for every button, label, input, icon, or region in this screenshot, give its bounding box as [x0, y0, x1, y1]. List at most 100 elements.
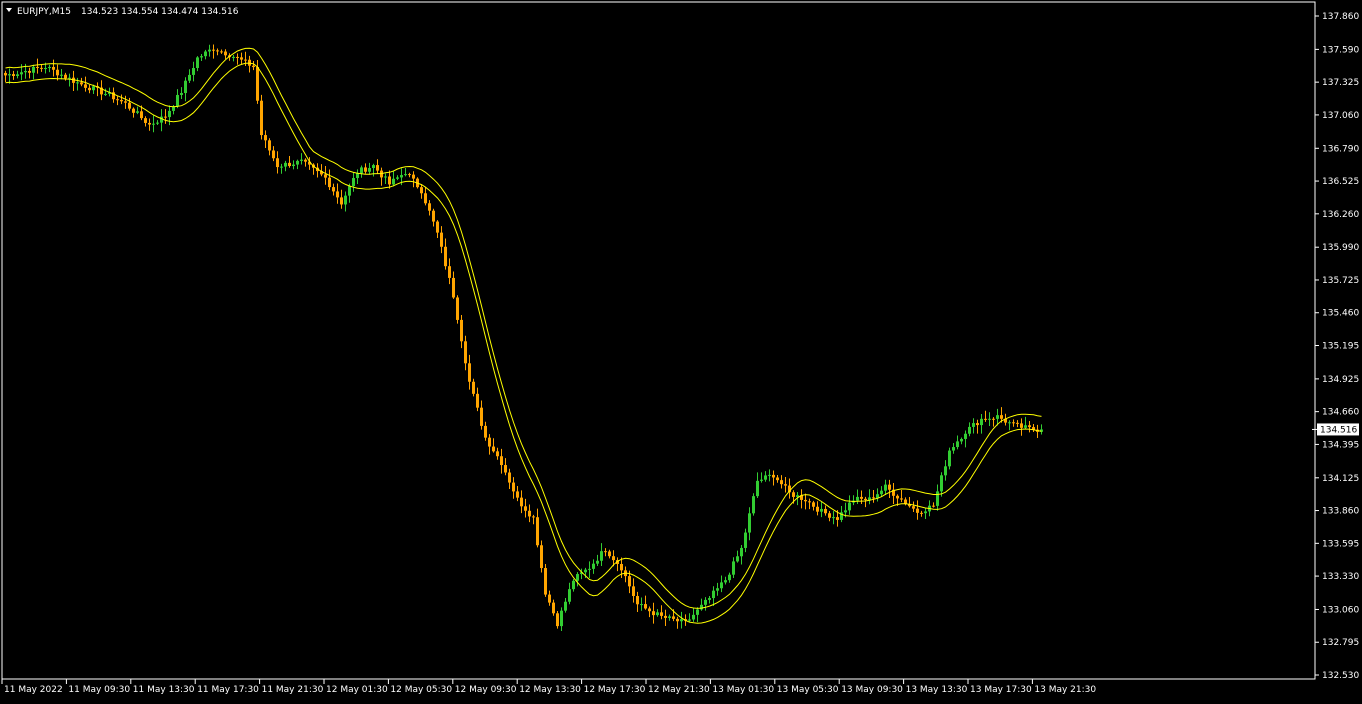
candle-body	[1000, 415, 1003, 419]
candle-body	[828, 513, 831, 518]
candle-body	[132, 108, 135, 113]
candle-body	[780, 480, 783, 485]
x-tick-label: 13 May 05:30	[777, 685, 839, 695]
x-tick-label: 13 May 17:30	[970, 685, 1032, 695]
candle-body	[1020, 423, 1023, 428]
candle-body	[56, 69, 59, 76]
candle-body	[280, 166, 283, 168]
candle-body	[400, 175, 403, 178]
candle-body	[604, 551, 607, 553]
x-tick-label: 11 May 2022	[4, 685, 63, 695]
candle-body	[512, 482, 515, 492]
candle-body	[632, 586, 635, 597]
candle-body	[948, 450, 951, 467]
candle-body	[424, 193, 427, 204]
x-tick-label: 13 May 13:30	[906, 685, 968, 695]
candle-body	[972, 423, 975, 427]
candle-body	[544, 568, 547, 595]
candle-body	[332, 187, 335, 192]
candle-body	[76, 82, 79, 84]
candle-body	[236, 56, 239, 58]
candle-body	[260, 100, 263, 136]
x-tick-label: 11 May 21:30	[262, 685, 324, 695]
chart-header[interactable]: EURJPY,M15 134.523 134.554 134.474 134.5…	[6, 7, 239, 17]
y-tick-label: 133.330	[1322, 572, 1359, 582]
candle-body	[368, 168, 371, 172]
x-tick-label: 13 May 21:30	[1034, 685, 1096, 695]
y-tick-label: 137.590	[1322, 45, 1359, 55]
candle-body	[344, 195, 347, 205]
candle-body	[224, 51, 227, 56]
x-tick-label: 12 May 17:30	[584, 685, 646, 695]
candle-body	[924, 511, 927, 514]
candle-body	[740, 547, 743, 557]
candle-body	[200, 56, 203, 58]
candle-body	[140, 111, 143, 119]
candle-body	[952, 447, 955, 451]
y-tick-label: 136.260	[1322, 210, 1359, 220]
symbol-timeframe: EURJPY,M15	[17, 7, 71, 17]
candle-body	[216, 50, 219, 52]
candle-body	[476, 393, 479, 408]
candle-body	[764, 475, 767, 480]
candle-body	[568, 589, 571, 602]
candle-body	[720, 582, 723, 589]
candle-body	[936, 491, 939, 506]
candle-body	[484, 425, 487, 438]
y-tick-label: 134.125	[1322, 474, 1359, 484]
candle-body	[432, 210, 435, 222]
candle-body	[92, 86, 95, 91]
price-chart[interactable]: 137.860 137.590 137.325 137.060 136.790 136.5…	[0, 0, 1362, 700]
candle-body	[944, 466, 947, 476]
candle-body	[144, 118, 147, 123]
candle-body	[468, 363, 471, 382]
candle-body	[808, 501, 811, 503]
candle-body	[708, 598, 711, 600]
candle-body	[920, 512, 923, 514]
candle-body	[676, 618, 679, 622]
candle-body	[564, 601, 567, 611]
x-tick-label: 12 May 05:30	[390, 685, 452, 695]
x-tick-label: 12 May 13:30	[519, 685, 581, 695]
candle-body	[572, 580, 575, 590]
candle-body	[584, 569, 587, 573]
candle-body	[88, 87, 91, 91]
candle-body	[384, 176, 387, 178]
y-tick-label: 135.195	[1322, 342, 1359, 352]
candle-body	[532, 516, 535, 518]
price-axis: 137.860 137.590 137.325 137.060 136.790 136.5…	[1315, 12, 1359, 681]
candle-body	[440, 232, 443, 247]
candle-body	[760, 479, 763, 481]
candle-body	[644, 604, 647, 609]
chart-svg[interactable]: 137.860 137.590 137.325 137.060 136.790 136.5…	[0, 0, 1362, 700]
candle-body	[884, 484, 887, 491]
candle-body	[80, 82, 83, 85]
y-tick-label: 135.725	[1322, 276, 1359, 286]
candle-body	[428, 203, 431, 211]
candle-body	[912, 506, 915, 509]
candle-body	[640, 604, 643, 606]
candle-body	[992, 418, 995, 420]
candle-body	[164, 116, 167, 118]
candle-body	[36, 66, 39, 68]
candle-body	[24, 70, 27, 73]
y-tick-label: 133.860	[1322, 507, 1359, 517]
candle-body	[356, 173, 359, 179]
candle-body	[444, 246, 447, 267]
candle-body	[180, 93, 183, 95]
candle-body	[204, 51, 207, 57]
candle-body	[188, 74, 191, 81]
candle-body	[872, 497, 875, 499]
candle-body	[212, 49, 215, 51]
candle-body	[744, 532, 747, 548]
chart-background	[0, 0, 1362, 700]
ohlc-values: 134.523 134.554 134.474 134.516	[81, 7, 239, 17]
candle-body	[548, 594, 551, 603]
candle-body	[504, 465, 507, 473]
candle-body	[960, 438, 963, 442]
candle-body	[44, 68, 47, 70]
candle-body	[636, 596, 639, 605]
candle-body	[940, 475, 943, 492]
candle-body	[340, 197, 343, 205]
candle-body	[712, 590, 715, 599]
